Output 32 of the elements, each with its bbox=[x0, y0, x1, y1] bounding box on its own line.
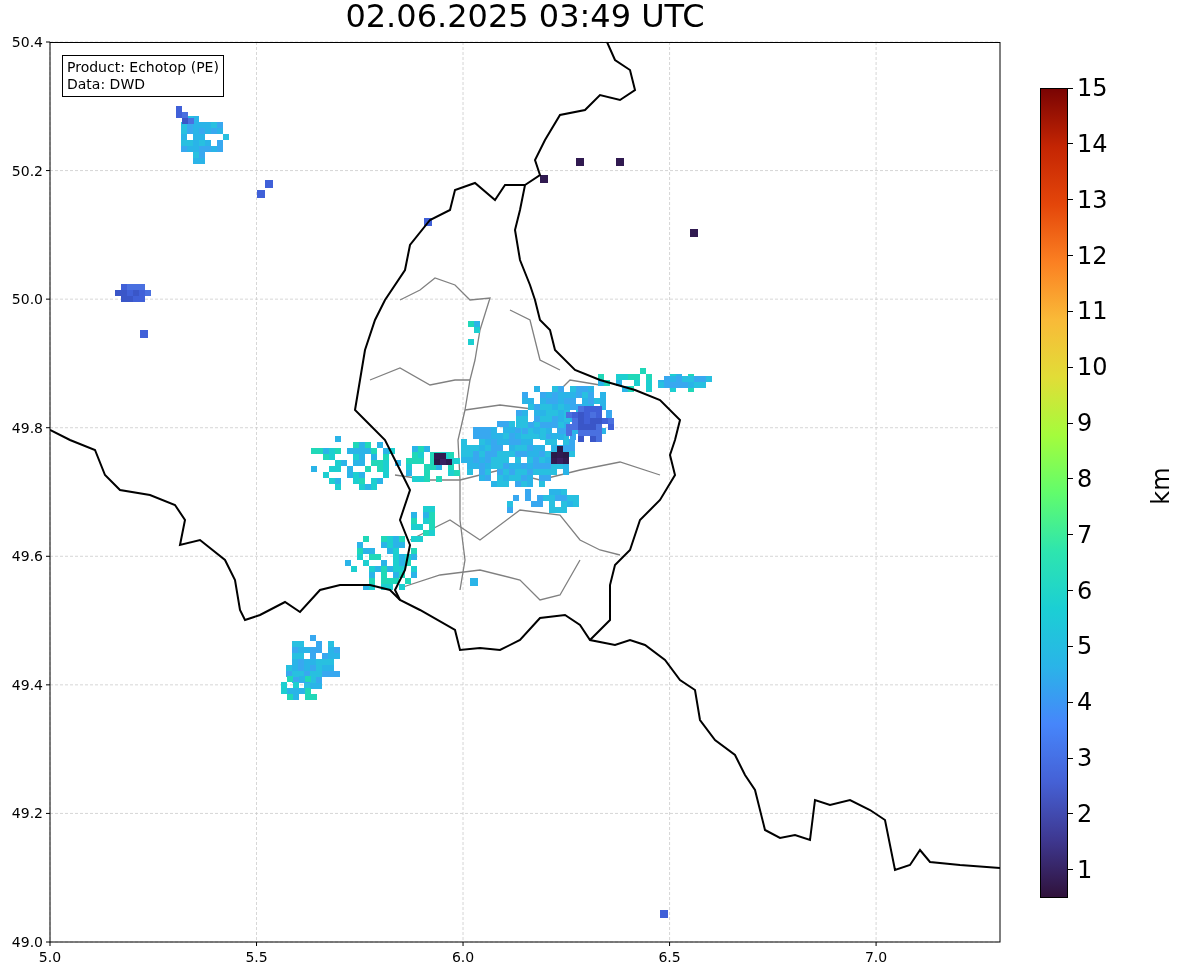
colorbar-tick-label: 13 bbox=[1068, 185, 1108, 214]
colorbar-tick-label: 7 bbox=[1068, 520, 1108, 549]
y-tick-label: 49.6 bbox=[11, 548, 43, 565]
colorbar-tick-label: 5 bbox=[1068, 632, 1108, 661]
colorbar-label: km bbox=[1146, 467, 1175, 505]
colorbar-tick-label: 15 bbox=[1068, 74, 1108, 102]
colorbar-tick-label: 2 bbox=[1068, 799, 1108, 828]
y-tick-label: 49.0 bbox=[11, 934, 43, 950]
x-tick-label: 6.5 bbox=[658, 949, 681, 965]
x-tick-label: 5.5 bbox=[245, 949, 268, 965]
colorbar-tick-label: 3 bbox=[1068, 744, 1108, 773]
legend-text: Data: DWD bbox=[67, 76, 146, 93]
y-tick-label: 50.0 bbox=[11, 291, 43, 308]
colorbar-tick-label: 8 bbox=[1068, 464, 1108, 493]
chart-title: 02.06.2025 03:49 UTC bbox=[345, 0, 705, 35]
colorbar-tick-label: 4 bbox=[1068, 688, 1108, 717]
colorbar-tick-label: 11 bbox=[1068, 297, 1108, 326]
y-tick-label: 49.8 bbox=[11, 419, 43, 436]
colorbar-tick-label: 6 bbox=[1068, 576, 1108, 605]
colorbar-tick-label: 10 bbox=[1068, 353, 1108, 382]
x-tick-label: 6.0 bbox=[451, 949, 475, 965]
legend-text: Product: Echotop (PE) bbox=[67, 59, 219, 76]
colorbar-tick-label: 9 bbox=[1068, 409, 1108, 438]
colorbar-tick-label: 14 bbox=[1068, 129, 1108, 158]
y-tick-label: 50.2 bbox=[11, 162, 43, 179]
x-tick-label: 5.0 bbox=[38, 949, 62, 965]
y-tick-label: 50.4 bbox=[11, 34, 43, 50]
y-tick-label: 49.2 bbox=[11, 805, 43, 822]
colorbar-tick-label: 12 bbox=[1068, 241, 1108, 270]
y-tick-label: 49.4 bbox=[11, 676, 43, 693]
colorbar-tick-label: 1 bbox=[1068, 855, 1108, 884]
x-tick-label: 7.0 bbox=[864, 949, 888, 965]
